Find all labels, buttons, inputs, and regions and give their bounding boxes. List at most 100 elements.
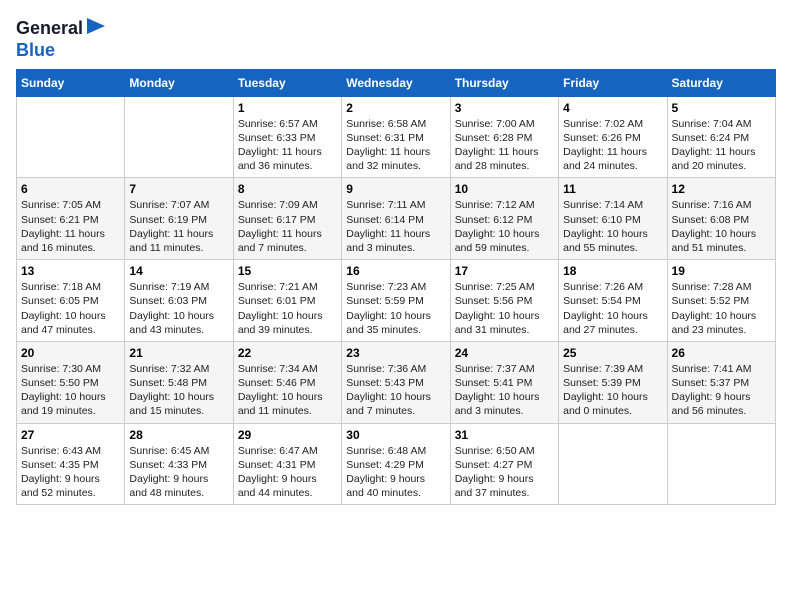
logo: General Blue — [16, 16, 107, 61]
calendar-cell: 1 Sunrise: 6:57 AM Sunset: 6:33 PM Daylig… — [233, 96, 341, 178]
day-info: Sunrise: 7:26 AM Sunset: 5:54 PM Dayligh… — [563, 280, 662, 337]
day-info: Sunrise: 6:57 AM Sunset: 6:33 PM Dayligh… — [238, 117, 337, 174]
day-number: 8 — [238, 182, 337, 196]
day-info: Sunrise: 7:00 AM Sunset: 6:28 PM Dayligh… — [455, 117, 554, 174]
calendar-week-2: 6Sunrise: 7:05 AM Sunset: 6:21 PM Daylig… — [17, 178, 776, 260]
day-number: 10 — [455, 182, 554, 196]
logo-blue: Blue — [16, 41, 107, 61]
day-info: Sunrise: 7:18 AM Sunset: 6:05 PM Dayligh… — [21, 280, 120, 337]
day-number: 29 — [238, 428, 337, 442]
day-info: Sunrise: 7:23 AM Sunset: 5:59 PM Dayligh… — [346, 280, 445, 337]
weekday-header-wednesday: Wednesday — [342, 69, 450, 96]
calendar-cell: 9 Sunrise: 7:11 AM Sunset: 6:14 PM Daylig… — [342, 178, 450, 260]
logo-arrow-icon — [87, 16, 107, 41]
calendar-week-4: 20 Sunrise: 7:30 AM Sunset: 5:50 PM Dayli… — [17, 341, 776, 423]
day-info: Sunrise: 6:50 AM Sunset: 4:27 PM Dayligh… — [455, 444, 554, 501]
day-number: 16 — [346, 264, 445, 278]
day-number: 9 — [346, 182, 445, 196]
day-info: Sunrise: 7:12 AM Sunset: 6:12 PM Dayligh… — [455, 198, 554, 255]
weekday-header-tuesday: Tuesday — [233, 69, 341, 96]
calendar-cell: 13 Sunrise: 7:18 AM Sunset: 6:05 PM Dayli… — [17, 260, 125, 342]
day-info: Sunrise: 7:37 AM Sunset: 5:41 PM Dayligh… — [455, 362, 554, 419]
day-number: 3 — [455, 101, 554, 115]
day-info: Sunrise: 7:11 AM Sunset: 6:14 PM Dayligh… — [346, 198, 445, 255]
day-number: 24 — [455, 346, 554, 360]
day-info: Sunrise: 7:41 AM Sunset: 5:37 PM Dayligh… — [672, 362, 771, 419]
calendar-cell: 29 Sunrise: 6:47 AM Sunset: 4:31 PM Dayli… — [233, 423, 341, 505]
calendar-cell: 20 Sunrise: 7:30 AM Sunset: 5:50 PM Dayli… — [17, 341, 125, 423]
day-number: 4 — [563, 101, 662, 115]
day-number: 26 — [672, 346, 771, 360]
day-info: Sunrise: 7:09 AM Sunset: 6:17 PM Dayligh… — [238, 198, 337, 255]
calendar-cell: 12Sunrise: 7:16 AM Sunset: 6:08 PM Dayli… — [667, 178, 775, 260]
calendar-cell: 6Sunrise: 7:05 AM Sunset: 6:21 PM Daylig… — [17, 178, 125, 260]
day-number: 14 — [129, 264, 228, 278]
calendar-cell: 14Sunrise: 7:19 AM Sunset: 6:03 PM Dayli… — [125, 260, 233, 342]
day-number: 25 — [563, 346, 662, 360]
weekday-header-monday: Monday — [125, 69, 233, 96]
day-info: Sunrise: 6:45 AM Sunset: 4:33 PM Dayligh… — [129, 444, 228, 501]
day-info: Sunrise: 6:48 AM Sunset: 4:29 PM Dayligh… — [346, 444, 445, 501]
calendar-cell: 11Sunrise: 7:14 AM Sunset: 6:10 PM Dayli… — [559, 178, 667, 260]
day-number: 12 — [672, 182, 771, 196]
calendar-cell — [125, 96, 233, 178]
calendar-cell — [667, 423, 775, 505]
calendar-table: SundayMondayTuesdayWednesdayThursdayFrid… — [16, 69, 776, 505]
day-info: Sunrise: 7:07 AM Sunset: 6:19 PM Dayligh… — [129, 198, 228, 255]
calendar-cell: 31 Sunrise: 6:50 AM Sunset: 4:27 PM Dayli… — [450, 423, 558, 505]
day-info: Sunrise: 7:34 AM Sunset: 5:46 PM Dayligh… — [238, 362, 337, 419]
weekday-header-saturday: Saturday — [667, 69, 775, 96]
day-number: 20 — [21, 346, 120, 360]
calendar-cell: 7 Sunrise: 7:07 AM Sunset: 6:19 PM Daylig… — [125, 178, 233, 260]
day-number: 2 — [346, 101, 445, 115]
calendar-cell: 19 Sunrise: 7:28 AM Sunset: 5:52 PM Dayli… — [667, 260, 775, 342]
day-info: Sunrise: 7:04 AM Sunset: 6:24 PM Dayligh… — [672, 117, 771, 174]
calendar-cell: 23Sunrise: 7:36 AM Sunset: 5:43 PM Dayli… — [342, 341, 450, 423]
calendar-cell — [17, 96, 125, 178]
calendar-cell: 21 Sunrise: 7:32 AM Sunset: 5:48 PM Dayli… — [125, 341, 233, 423]
day-number: 1 — [238, 101, 337, 115]
calendar-cell: 28 Sunrise: 6:45 AM Sunset: 4:33 PM Dayli… — [125, 423, 233, 505]
day-info: Sunrise: 7:05 AM Sunset: 6:21 PM Dayligh… — [21, 198, 120, 255]
calendar-cell: 16 Sunrise: 7:23 AM Sunset: 5:59 PM Dayli… — [342, 260, 450, 342]
calendar-cell: 5 Sunrise: 7:04 AM Sunset: 6:24 PM Daylig… — [667, 96, 775, 178]
day-number: 22 — [238, 346, 337, 360]
day-info: Sunrise: 7:32 AM Sunset: 5:48 PM Dayligh… — [129, 362, 228, 419]
day-number: 17 — [455, 264, 554, 278]
day-number: 27 — [21, 428, 120, 442]
day-number: 31 — [455, 428, 554, 442]
day-number: 28 — [129, 428, 228, 442]
day-number: 18 — [563, 264, 662, 278]
calendar-cell: 18 Sunrise: 7:26 AM Sunset: 5:54 PM Dayli… — [559, 260, 667, 342]
day-info: Sunrise: 7:28 AM Sunset: 5:52 PM Dayligh… — [672, 280, 771, 337]
day-number: 5 — [672, 101, 771, 115]
day-info: Sunrise: 7:30 AM Sunset: 5:50 PM Dayligh… — [21, 362, 120, 419]
day-info: Sunrise: 7:14 AM Sunset: 6:10 PM Dayligh… — [563, 198, 662, 255]
day-info: Sunrise: 7:39 AM Sunset: 5:39 PM Dayligh… — [563, 362, 662, 419]
day-number: 13 — [21, 264, 120, 278]
day-number: 19 — [672, 264, 771, 278]
day-info: Sunrise: 6:47 AM Sunset: 4:31 PM Dayligh… — [238, 444, 337, 501]
calendar-week-3: 13 Sunrise: 7:18 AM Sunset: 6:05 PM Dayli… — [17, 260, 776, 342]
calendar-cell: 2 Sunrise: 6:58 AM Sunset: 6:31 PM Daylig… — [342, 96, 450, 178]
day-info: Sunrise: 6:58 AM Sunset: 6:31 PM Dayligh… — [346, 117, 445, 174]
calendar-cell: 3 Sunrise: 7:00 AM Sunset: 6:28 PM Daylig… — [450, 96, 558, 178]
calendar-header-row: SundayMondayTuesdayWednesdayThursdayFrid… — [17, 69, 776, 96]
calendar-cell: 17 Sunrise: 7:25 AM Sunset: 5:56 PM Dayli… — [450, 260, 558, 342]
day-info: Sunrise: 7:02 AM Sunset: 6:26 PM Dayligh… — [563, 117, 662, 174]
day-info: Sunrise: 6:43 AM Sunset: 4:35 PM Dayligh… — [21, 444, 120, 501]
day-info: Sunrise: 7:21 AM Sunset: 6:01 PM Dayligh… — [238, 280, 337, 337]
calendar-cell: 8 Sunrise: 7:09 AM Sunset: 6:17 PM Daylig… — [233, 178, 341, 260]
day-number: 30 — [346, 428, 445, 442]
day-number: 7 — [129, 182, 228, 196]
calendar-cell: 10 Sunrise: 7:12 AM Sunset: 6:12 PM Dayli… — [450, 178, 558, 260]
day-number: 23 — [346, 346, 445, 360]
day-info: Sunrise: 7:25 AM Sunset: 5:56 PM Dayligh… — [455, 280, 554, 337]
day-number: 21 — [129, 346, 228, 360]
day-number: 15 — [238, 264, 337, 278]
weekday-header-sunday: Sunday — [17, 69, 125, 96]
weekday-header-friday: Friday — [559, 69, 667, 96]
calendar-cell: 26 Sunrise: 7:41 AM Sunset: 5:37 PM Dayli… — [667, 341, 775, 423]
calendar-cell: 15 Sunrise: 7:21 AM Sunset: 6:01 PM Dayli… — [233, 260, 341, 342]
calendar-week-1: 1 Sunrise: 6:57 AM Sunset: 6:33 PM Daylig… — [17, 96, 776, 178]
